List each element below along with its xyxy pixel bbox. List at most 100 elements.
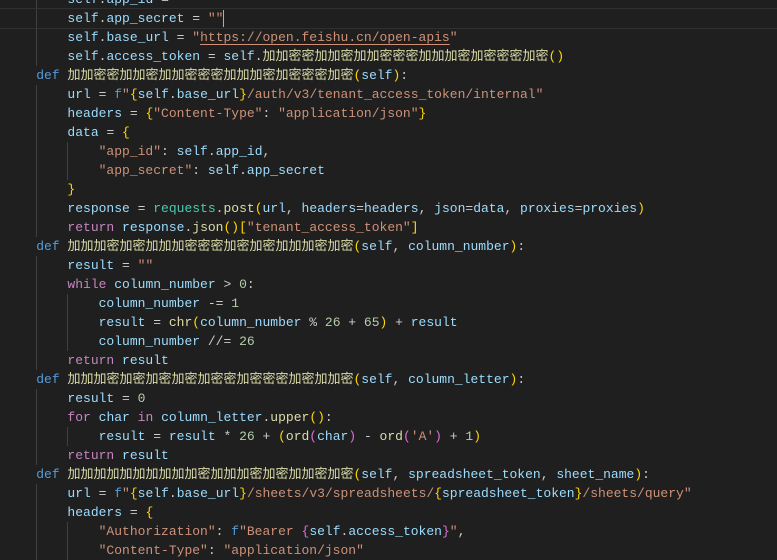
code-token: 加加加密加密加加加密密密加密加密加加加密加密 bbox=[67, 239, 354, 254]
code-token: } bbox=[441, 524, 450, 539]
code-token: () bbox=[309, 410, 325, 425]
code-line[interactable]: column_number //= 26 bbox=[5, 332, 777, 351]
code-line[interactable]: self.app_id = "" bbox=[5, 0, 777, 9]
code-token: self bbox=[361, 372, 393, 387]
code-line[interactable]: result = chr(column_number % 26 + 65) + … bbox=[5, 313, 777, 332]
code-line[interactable]: self.base_url = "https://open.feishu.cn/… bbox=[5, 28, 777, 47]
code-line[interactable]: } bbox=[5, 180, 777, 199]
code-token: : bbox=[246, 277, 255, 292]
code-token: f bbox=[114, 486, 123, 501]
code-line[interactable]: url = f"{self.base_url}/sheets/v3/spread… bbox=[5, 484, 777, 503]
indent-guide bbox=[36, 218, 37, 237]
code-token: while bbox=[67, 277, 115, 292]
code-token: () bbox=[548, 49, 565, 64]
code-line[interactable]: column_number -= 1 bbox=[5, 294, 777, 313]
code-token: { bbox=[129, 87, 138, 102]
indent-guide bbox=[36, 503, 37, 522]
code-line[interactable]: result = 0 bbox=[5, 389, 777, 408]
indent-guide bbox=[36, 9, 37, 28]
code-token: = bbox=[153, 0, 176, 7]
code-line[interactable]: headers = { bbox=[5, 503, 777, 522]
code-line[interactable]: def 加加加密加密加密加密加密密加密密密加密加加密(self, column_… bbox=[5, 370, 777, 389]
code-token: -= bbox=[200, 296, 232, 311]
code-token: 加加加密加密加密加密加密密加密密密加密加加密 bbox=[67, 372, 354, 387]
code-line[interactable]: self.access_token = self.加加密密加加密加加密密密加加加… bbox=[5, 47, 777, 66]
code-token: ord bbox=[379, 429, 403, 444]
code-line[interactable]: result = "" bbox=[5, 256, 777, 275]
code-token: data bbox=[67, 125, 99, 140]
code-token: app_secret bbox=[246, 163, 325, 178]
code-token: self bbox=[67, 11, 99, 26]
code-line[interactable]: def 加加密密加加密加加密密密加加加密加密密密加密(self): bbox=[5, 66, 777, 85]
code-token: self bbox=[361, 68, 393, 83]
code-line[interactable]: headers = {"Content-Type": "application/… bbox=[5, 104, 777, 123]
code-token: = bbox=[356, 201, 364, 216]
code-token: ) bbox=[473, 429, 482, 444]
code-token: def bbox=[36, 372, 68, 387]
code-line[interactable]: self.app_secret = "" bbox=[0, 8, 777, 29]
code-token: : bbox=[161, 144, 177, 159]
url-link[interactable]: https://open.feishu.cn/open-apis bbox=[200, 30, 450, 45]
code-line[interactable]: def 加加加密加密加加加密密密加密加密加加加密加密(self, column_… bbox=[5, 237, 777, 256]
code-token: app_secret bbox=[106, 11, 185, 26]
indent-guide bbox=[36, 332, 37, 351]
code-token: url bbox=[262, 201, 286, 216]
code-token: 65 bbox=[363, 315, 380, 330]
code-token: = bbox=[114, 258, 138, 273]
code-token: spreadsheet_token bbox=[441, 486, 575, 501]
code-token: "Content-Type" bbox=[98, 543, 208, 558]
code-token: result bbox=[98, 429, 146, 444]
code-line[interactable]: result = result * 26 + (ord(char) - ord(… bbox=[5, 427, 777, 446]
code-token: , bbox=[392, 239, 409, 254]
code-token: self bbox=[67, 30, 99, 45]
code-token: proxies bbox=[520, 201, 575, 216]
code-token: def bbox=[36, 68, 68, 83]
indent-guide bbox=[36, 351, 37, 370]
code-lines[interactable]: self.app_id = "" self.app_secret = "" se… bbox=[0, 0, 777, 560]
indent-guide bbox=[36, 446, 37, 465]
indent-guide bbox=[36, 180, 37, 199]
code-line[interactable]: "Authorization": f"Bearer {self.access_t… bbox=[5, 522, 777, 541]
code-token: } bbox=[418, 106, 427, 121]
code-token: proxies bbox=[582, 201, 638, 216]
code-line[interactable]: return response.json()["tenant_access_to… bbox=[5, 218, 777, 237]
indent-guide bbox=[36, 104, 37, 123]
code-token: def bbox=[36, 467, 68, 482]
code-token: = bbox=[145, 315, 169, 330]
code-token: 0 bbox=[239, 277, 247, 292]
code-line[interactable]: "Content-Type": "application/json" bbox=[5, 541, 777, 560]
code-token: , bbox=[262, 144, 271, 159]
code-token: : bbox=[324, 410, 333, 425]
code-line[interactable]: return result bbox=[5, 351, 777, 370]
indent-guide bbox=[36, 389, 37, 408]
indent-guide bbox=[67, 313, 68, 332]
code-line[interactable]: while column_number > 0: bbox=[5, 275, 777, 294]
code-line[interactable]: url = f"{self.base_url}/auth/v3/tenant_a… bbox=[5, 85, 777, 104]
code-line[interactable]: for char in column_letter.upper(): bbox=[5, 408, 777, 427]
code-token: . bbox=[207, 144, 216, 159]
code-token: } bbox=[67, 182, 76, 197]
code-token: = bbox=[122, 505, 146, 520]
code-token: result bbox=[168, 429, 216, 444]
code-editor[interactable]: self.app_id = "" self.app_secret = "" se… bbox=[0, 0, 777, 560]
code-token: app_id bbox=[106, 0, 153, 7]
code-token: = bbox=[145, 429, 169, 444]
code-token: 1 bbox=[231, 296, 240, 311]
code-line[interactable]: def 加加加加加加加加加加密加加加密加密加加密加密(self, spreads… bbox=[5, 465, 777, 484]
indent-guide bbox=[36, 28, 37, 47]
code-token: column_letter bbox=[408, 372, 510, 387]
code-token: = bbox=[98, 125, 123, 140]
code-token: "Authorization" bbox=[98, 524, 216, 539]
code-line[interactable]: "app_id": self.app_id, bbox=[5, 142, 777, 161]
code-line[interactable]: return result bbox=[5, 446, 777, 465]
code-token: ( bbox=[192, 315, 201, 330]
code-line[interactable]: data = { bbox=[5, 123, 777, 142]
code-token: = bbox=[129, 201, 154, 216]
code-token: ord bbox=[285, 429, 310, 444]
code-token: = bbox=[168, 30, 193, 45]
code-line[interactable]: response = requests.post(url, headers=he… bbox=[5, 199, 777, 218]
code-line[interactable]: "app_secret": self.app_secret bbox=[5, 161, 777, 180]
